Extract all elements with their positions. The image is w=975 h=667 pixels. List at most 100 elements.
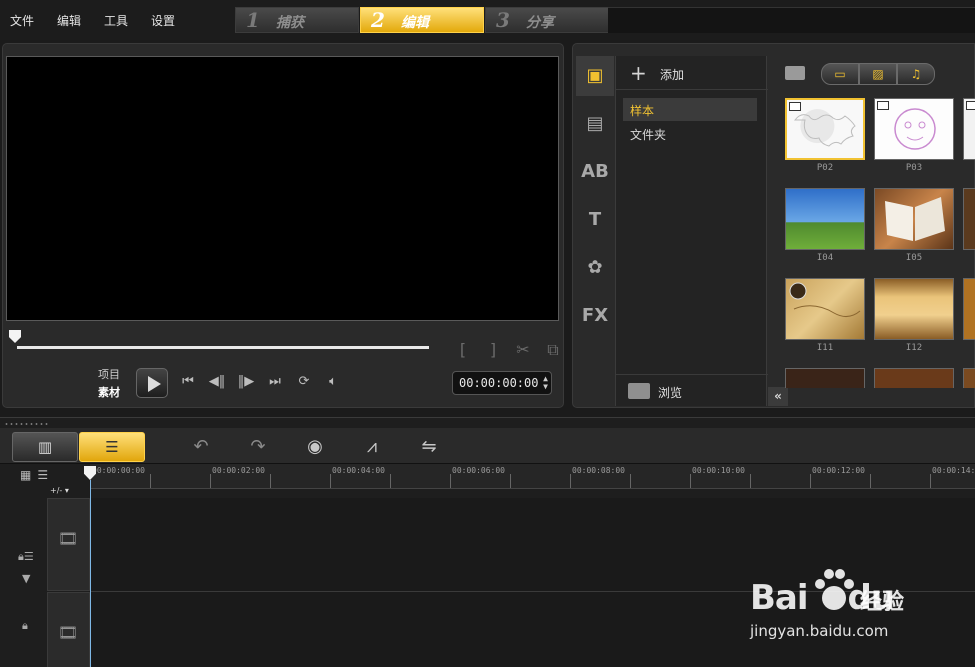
scissors-icon[interactable]: ✂	[512, 340, 534, 360]
previous-frame-icon[interactable]: ◀‖	[206, 374, 228, 389]
mode-project[interactable]: 项目	[98, 366, 120, 384]
track-side-controls: 🔒︎☰ ▼ 🔒︎	[18, 550, 34, 633]
ruler-tick	[330, 474, 331, 488]
ruler-tick	[630, 474, 631, 488]
thumbnail-i04[interactable]	[785, 188, 865, 250]
media-filter: ▭ ▨ ♫	[821, 63, 935, 85]
thumbnail-partial[interactable]	[963, 98, 975, 160]
track-headers: 🎞︎ 🎞︎	[47, 498, 90, 667]
sound-mixer-icon[interactable]: ⩘	[355, 436, 389, 457]
auto-music-icon[interactable]: ⇋	[412, 436, 446, 457]
steps-tail	[608, 7, 975, 33]
folder-item-samples[interactable]: 样本	[623, 98, 757, 121]
ripple-edit-icon[interactable]: 🔒︎☰	[18, 550, 34, 564]
folder-pane: + 添加 样本 文件夹 浏览	[615, 56, 768, 406]
go-to-end-icon[interactable]: ⏭	[264, 374, 286, 389]
go-to-start-icon[interactable]: ⏮	[177, 374, 199, 389]
photo-filter-icon[interactable]: ▨	[859, 63, 897, 85]
record-capture-icon[interactable]: ◉	[298, 436, 332, 457]
audio-filter-icon[interactable]: ♫	[897, 63, 935, 85]
thumbnail-name: I12	[905, 343, 923, 353]
enlarge-preview-icon[interactable]: ⧉	[542, 340, 564, 360]
thumbnail-partial[interactable]	[963, 188, 975, 250]
mark-in-button[interactable]: [	[452, 340, 474, 360]
thumbnail-partial[interactable]	[785, 368, 865, 388]
step-number: 1	[246, 8, 260, 32]
title-tab-icon[interactable]: T	[576, 200, 614, 240]
overlay-track-header[interactable]: 🎞︎	[47, 592, 90, 667]
timeline-toolbar: ▥ ☰ ↶ ↷ ◉ ⩘ ⇋	[0, 428, 975, 464]
menu-tools[interactable]: 工具	[94, 8, 141, 34]
mode-clip[interactable]: 素材	[98, 384, 120, 402]
mark-out-button[interactable]: ]	[482, 340, 504, 360]
video-track-header[interactable]: 🎞︎	[47, 498, 90, 591]
timeline-view-button[interactable]: ☰	[79, 432, 145, 462]
browse-button[interactable]: 浏览	[616, 374, 768, 406]
watermark-cn: 经验	[860, 590, 905, 615]
video-filter-icon[interactable]: ▭	[821, 63, 859, 85]
expand-track-icon[interactable]: ▼	[22, 572, 34, 585]
play-button[interactable]	[136, 368, 168, 398]
graphics-tab-icon[interactable]: ✿	[576, 248, 614, 288]
filter-tab-icon[interactable]: FX	[576, 296, 614, 336]
thumbnail-p02[interactable]	[785, 98, 865, 160]
thumbnail-partial[interactable]	[963, 278, 975, 340]
step-edit[interactable]: 2 编辑	[360, 7, 484, 33]
step-number: 2	[371, 8, 385, 32]
play-mode: 项目 素材	[98, 366, 120, 402]
thumbnail-i12[interactable]	[874, 278, 954, 340]
timeline-ruler[interactable]: 00:00:00:00 00:00:02:00 00:00:04:00 00:0…	[90, 464, 975, 489]
redo-icon[interactable]: ↷	[241, 436, 275, 457]
ruler-tick	[510, 474, 511, 488]
menu-edit[interactable]: 编辑	[47, 8, 94, 34]
undo-icon[interactable]: ↶	[184, 436, 218, 457]
volume-icon[interactable]: 🔈︎	[322, 374, 344, 389]
scrub-handle[interactable]	[9, 330, 21, 343]
watermark-url: jingyan.baidu.com	[750, 622, 889, 640]
thumbnail-partial[interactable]	[874, 368, 954, 388]
browse-icon	[628, 383, 650, 399]
ruler-tick	[750, 474, 751, 488]
transport-controls: ⏮ ◀‖ ‖▶ ⏭ ⟳ 🔈︎	[177, 374, 344, 389]
step-capture[interactable]: 1 捕获	[235, 7, 359, 33]
add-folder-button[interactable]: + 添加	[616, 56, 768, 90]
ruler-tick	[210, 474, 211, 488]
track-list-icon[interactable]: ☰	[37, 468, 48, 482]
video-badge-icon	[966, 101, 975, 110]
scrub-bar[interactable]	[17, 346, 429, 349]
library-panel: ▣ ▤ AB T ✿ FX + 添加 样本 文件夹 浏览 « ▭ ▨ ♫ P02	[572, 43, 975, 408]
track-manager-icon[interactable]: ▦	[20, 468, 31, 482]
ruler-label: 00:00:04:00	[332, 466, 385, 475]
overlay-track-icon: 🎞︎	[58, 623, 79, 642]
baidu-paw-icon	[815, 569, 854, 610]
transition-tab-icon[interactable]: AB	[576, 152, 614, 192]
next-frame-icon[interactable]: ‖▶	[235, 374, 257, 389]
folder-item-folder[interactable]: 文件夹	[623, 122, 757, 145]
thumbnail-i05[interactable]	[874, 188, 954, 250]
thumbnail-name: P02	[816, 163, 834, 173]
repeat-icon[interactable]: ⟳	[293, 374, 315, 389]
menu-settings[interactable]: 设置	[141, 8, 188, 34]
panel-grip[interactable]	[4, 422, 50, 426]
folder-open-icon[interactable]	[785, 66, 805, 80]
ruler-tick	[570, 474, 571, 488]
timecode-spinner-icon[interactable]: ▲ ▼	[543, 375, 548, 391]
ruler-label: 00:00:12:00	[812, 466, 865, 475]
media-tab-icon[interactable]: ▣	[576, 56, 614, 96]
ruler-label: 00:00:14:	[932, 466, 975, 475]
add-label: 添加	[660, 68, 685, 82]
timecode-value: 00:00:00:00	[459, 376, 539, 390]
storyboard-view-button[interactable]: ▥	[12, 432, 78, 462]
timecode-field[interactable]: 00:00:00:00 ▲ ▼	[452, 371, 552, 395]
collapse-library-icon[interactable]: «	[768, 387, 788, 406]
step-label: 捕获	[276, 15, 304, 31]
thumbnail-grid: P02 P03 I04 I05 I11 I12	[785, 98, 975, 388]
menu-file[interactable]: 文件	[0, 8, 47, 34]
step-share[interactable]: 3 分享	[485, 7, 609, 33]
thumbnail-partial[interactable]	[963, 368, 975, 388]
thumbnail-i11[interactable]	[785, 278, 865, 340]
lock-track-icon[interactable]: 🔒︎	[22, 619, 34, 633]
instant-project-tab-icon[interactable]: ▤	[576, 104, 614, 144]
track-zoom[interactable]: +/- ▾	[50, 486, 69, 495]
thumbnail-p03[interactable]	[874, 98, 954, 160]
